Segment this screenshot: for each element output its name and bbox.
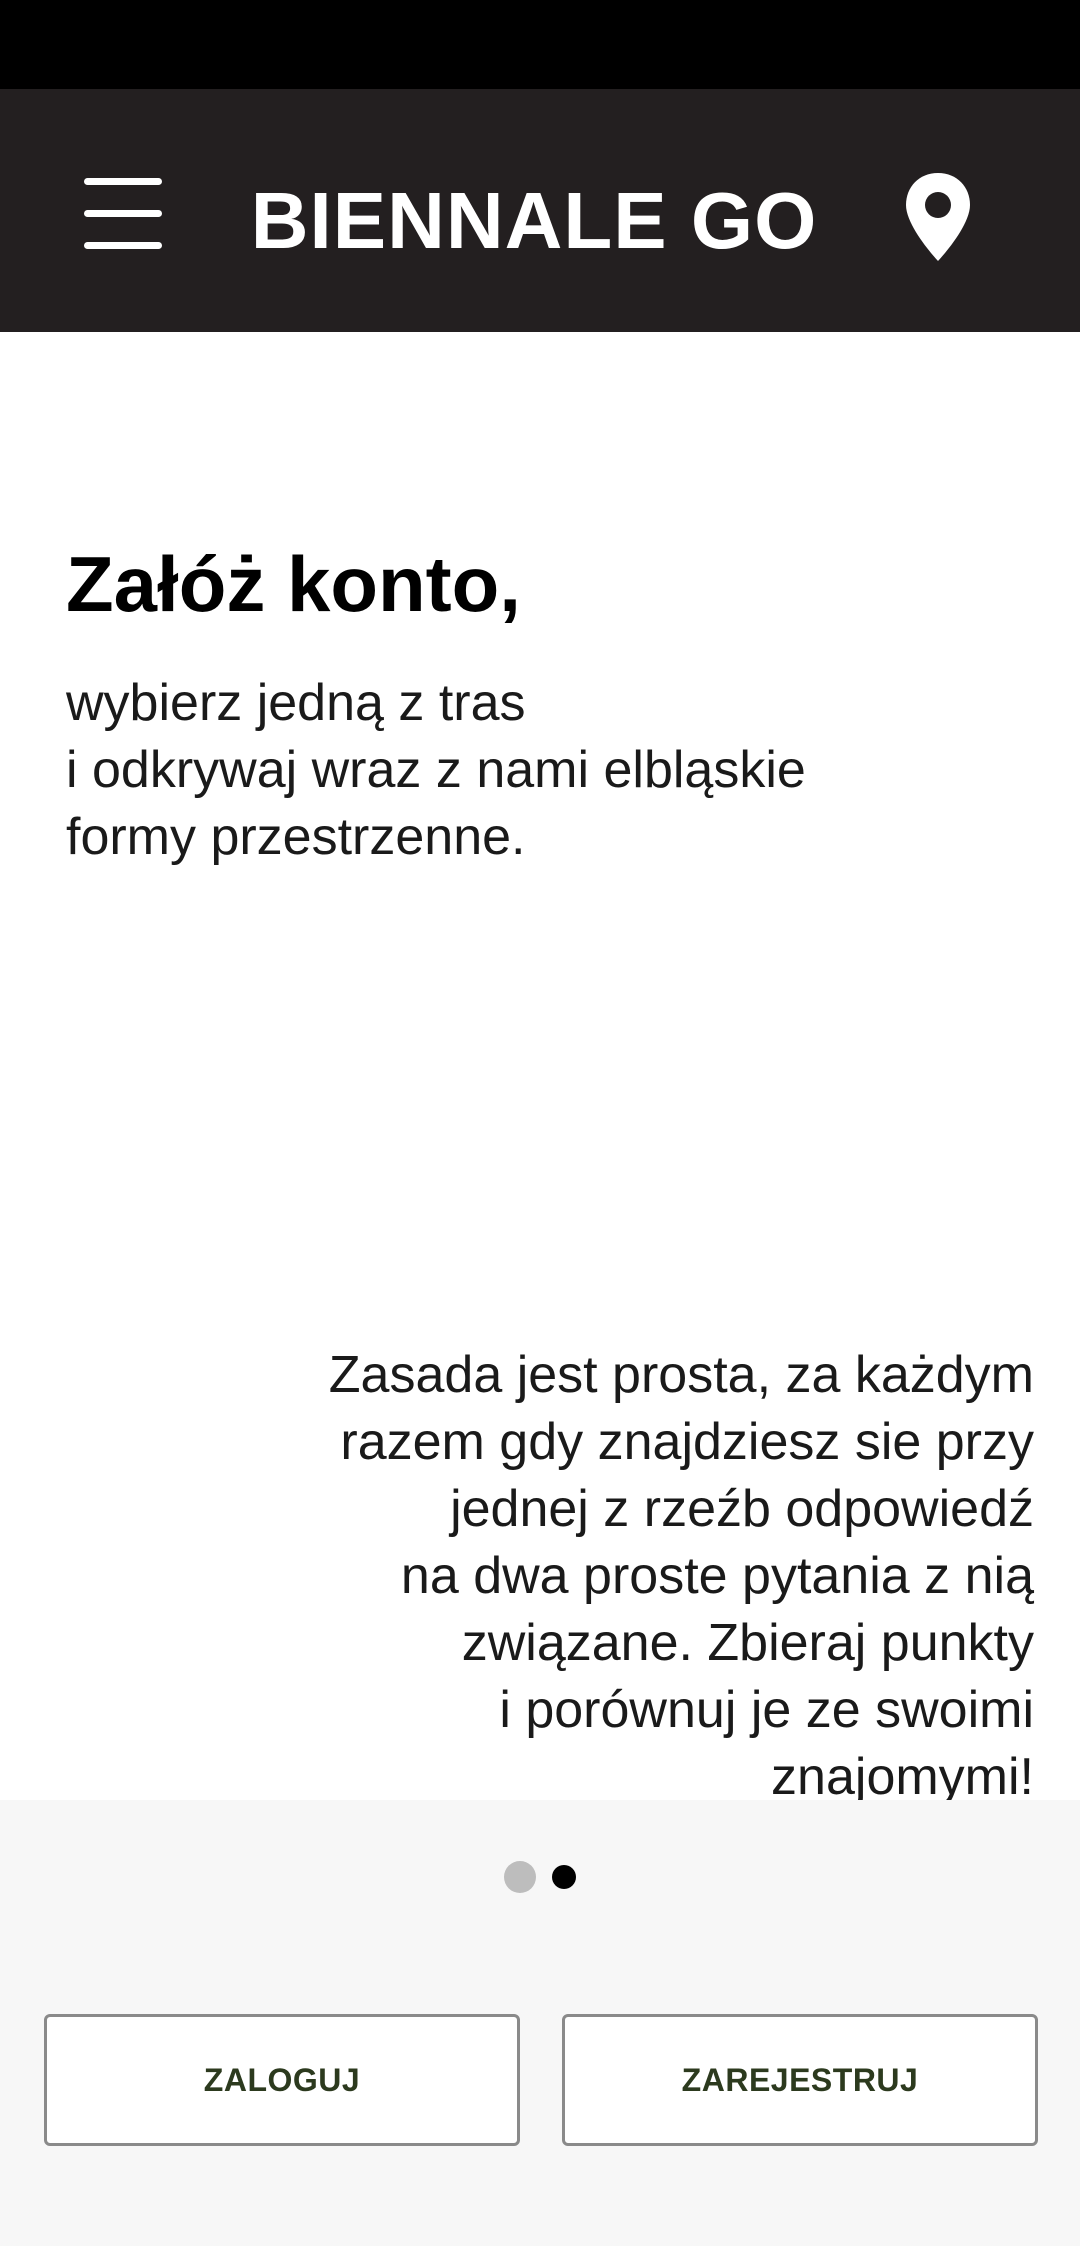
- rules-text: Zasada jest prosta, za każdym razem gdy …: [214, 1342, 1034, 1800]
- onboarding-headline: Załóż konto,: [66, 540, 521, 628]
- rules-line: znajomymi!: [771, 1748, 1034, 1800]
- page-indicator: [0, 1861, 1080, 1895]
- rules-line: na dwa proste pytania z nią: [400, 1547, 1034, 1605]
- subtext-line: i odkrywaj wraz z nami elbląskie: [66, 741, 806, 799]
- page-dot-2-active[interactable]: [552, 1865, 577, 1889]
- app-bar: BIENNALE GO: [0, 89, 1080, 332]
- subtext-line: formy przestrzenne.: [66, 808, 526, 866]
- subtext-line: wybierz jedną z tras: [66, 674, 526, 732]
- rules-line: razem gdy znajdziesz sie przy: [340, 1413, 1034, 1471]
- map-pin-icon: [906, 173, 970, 261]
- rules-line: Zasada jest prosta, za każdym: [328, 1346, 1034, 1404]
- onboarding-content: Załóż konto, wybierz jedną z tras i odkr…: [0, 332, 1080, 1800]
- onboarding-subtext: wybierz jedną z tras i odkrywaj wraz z n…: [66, 670, 966, 871]
- rules-line: jednej z rzeźb odpowiedź: [450, 1480, 1034, 1538]
- rules-line: związane. Zbieraj punkty: [461, 1614, 1034, 1672]
- page-dot-1[interactable]: [503, 1861, 536, 1893]
- bottom-panel: ZALOGUJ ZAREJESTRUJ: [0, 1800, 1080, 2246]
- login-button[interactable]: ZALOGUJ: [44, 2014, 520, 2146]
- location-button[interactable]: [900, 169, 976, 265]
- register-button[interactable]: ZAREJESTRUJ: [562, 2014, 1038, 2146]
- rules-line: i porównuj je ze swoimi: [499, 1681, 1034, 1739]
- status-bar: [0, 0, 1080, 89]
